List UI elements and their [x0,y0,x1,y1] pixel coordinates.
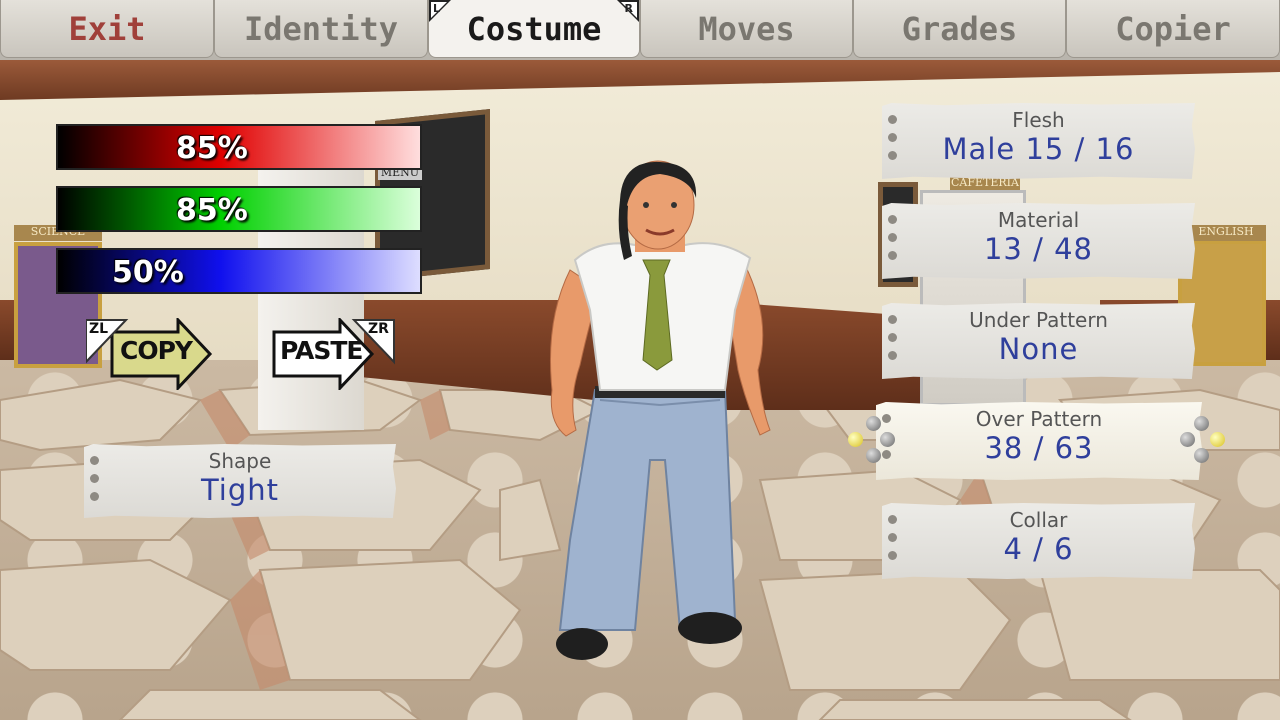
tab-identity[interactable]: Identity [214,0,428,58]
tab-copier[interactable]: Copier [1066,0,1280,58]
flesh-card[interactable]: Flesh Male 15 / 16 [882,103,1195,179]
english-sign: ENGLISH [1186,225,1266,241]
paste-button[interactable]: ZR PASTE [272,318,396,390]
tab-exit-label: Exit [68,9,146,48]
over-pattern-title: Over Pattern [975,407,1103,431]
material-value: 13 / 48 [983,232,1093,266]
tab-costume-label: Costume [466,9,602,48]
collar-title: Collar [1009,508,1068,532]
over-pattern-value: 38 / 63 [984,431,1094,465]
tab-grades[interactable]: Grades [853,0,1066,58]
over-pattern-prev-icon[interactable] [846,414,895,466]
over-pattern-next-icon[interactable] [1178,414,1225,466]
flesh-value: Male 15 / 16 [942,132,1135,166]
wrestler-character [550,160,771,660]
under-pattern-value: None [998,332,1079,366]
l-button-label: L [433,2,441,15]
collar-card[interactable]: Collar 4 / 6 [882,503,1195,579]
tab-grades-label: Grades [901,9,1018,48]
flesh-title: Flesh [1012,108,1065,132]
material-title: Material [997,208,1080,232]
tab-exit[interactable]: Exit [0,0,214,58]
material-card[interactable]: Material 13 / 48 [882,203,1195,279]
red-slider[interactable]: 85% [56,124,422,170]
zr-button-label: ZR [368,321,389,337]
green-slider[interactable]: 85% [56,186,422,232]
tab-bar: Exit Identity L Costume R Moves Grades C… [0,0,1280,60]
red-value: 85% [176,131,248,166]
green-value: 85% [176,193,248,228]
r-button-label: R [624,2,633,15]
copy-button[interactable]: ZL COPY [86,318,214,390]
copy-label: COPY [120,336,193,365]
tab-identity-label: Identity [243,9,399,48]
tab-costume[interactable]: L Costume R [428,0,640,58]
under-pattern-title: Under Pattern [969,308,1108,332]
tab-copier-label: Copier [1115,9,1231,48]
shape-title: Shape [208,449,272,473]
tab-moves-label: Moves [698,9,795,48]
shape-card[interactable]: Shape Tight [84,444,396,518]
collar-value: 4 / 6 [1003,532,1074,566]
blue-value: 50% [112,255,184,290]
zl-button-label: ZL [89,321,109,337]
over-pattern-card[interactable]: Over Pattern 38 / 63 [876,402,1202,480]
tab-moves[interactable]: Moves [640,0,853,58]
blue-slider[interactable]: 50% [56,248,422,294]
under-pattern-card[interactable]: Under Pattern None [882,303,1195,379]
paste-label: PASTE [280,336,364,365]
shape-value: Tight [200,473,280,507]
